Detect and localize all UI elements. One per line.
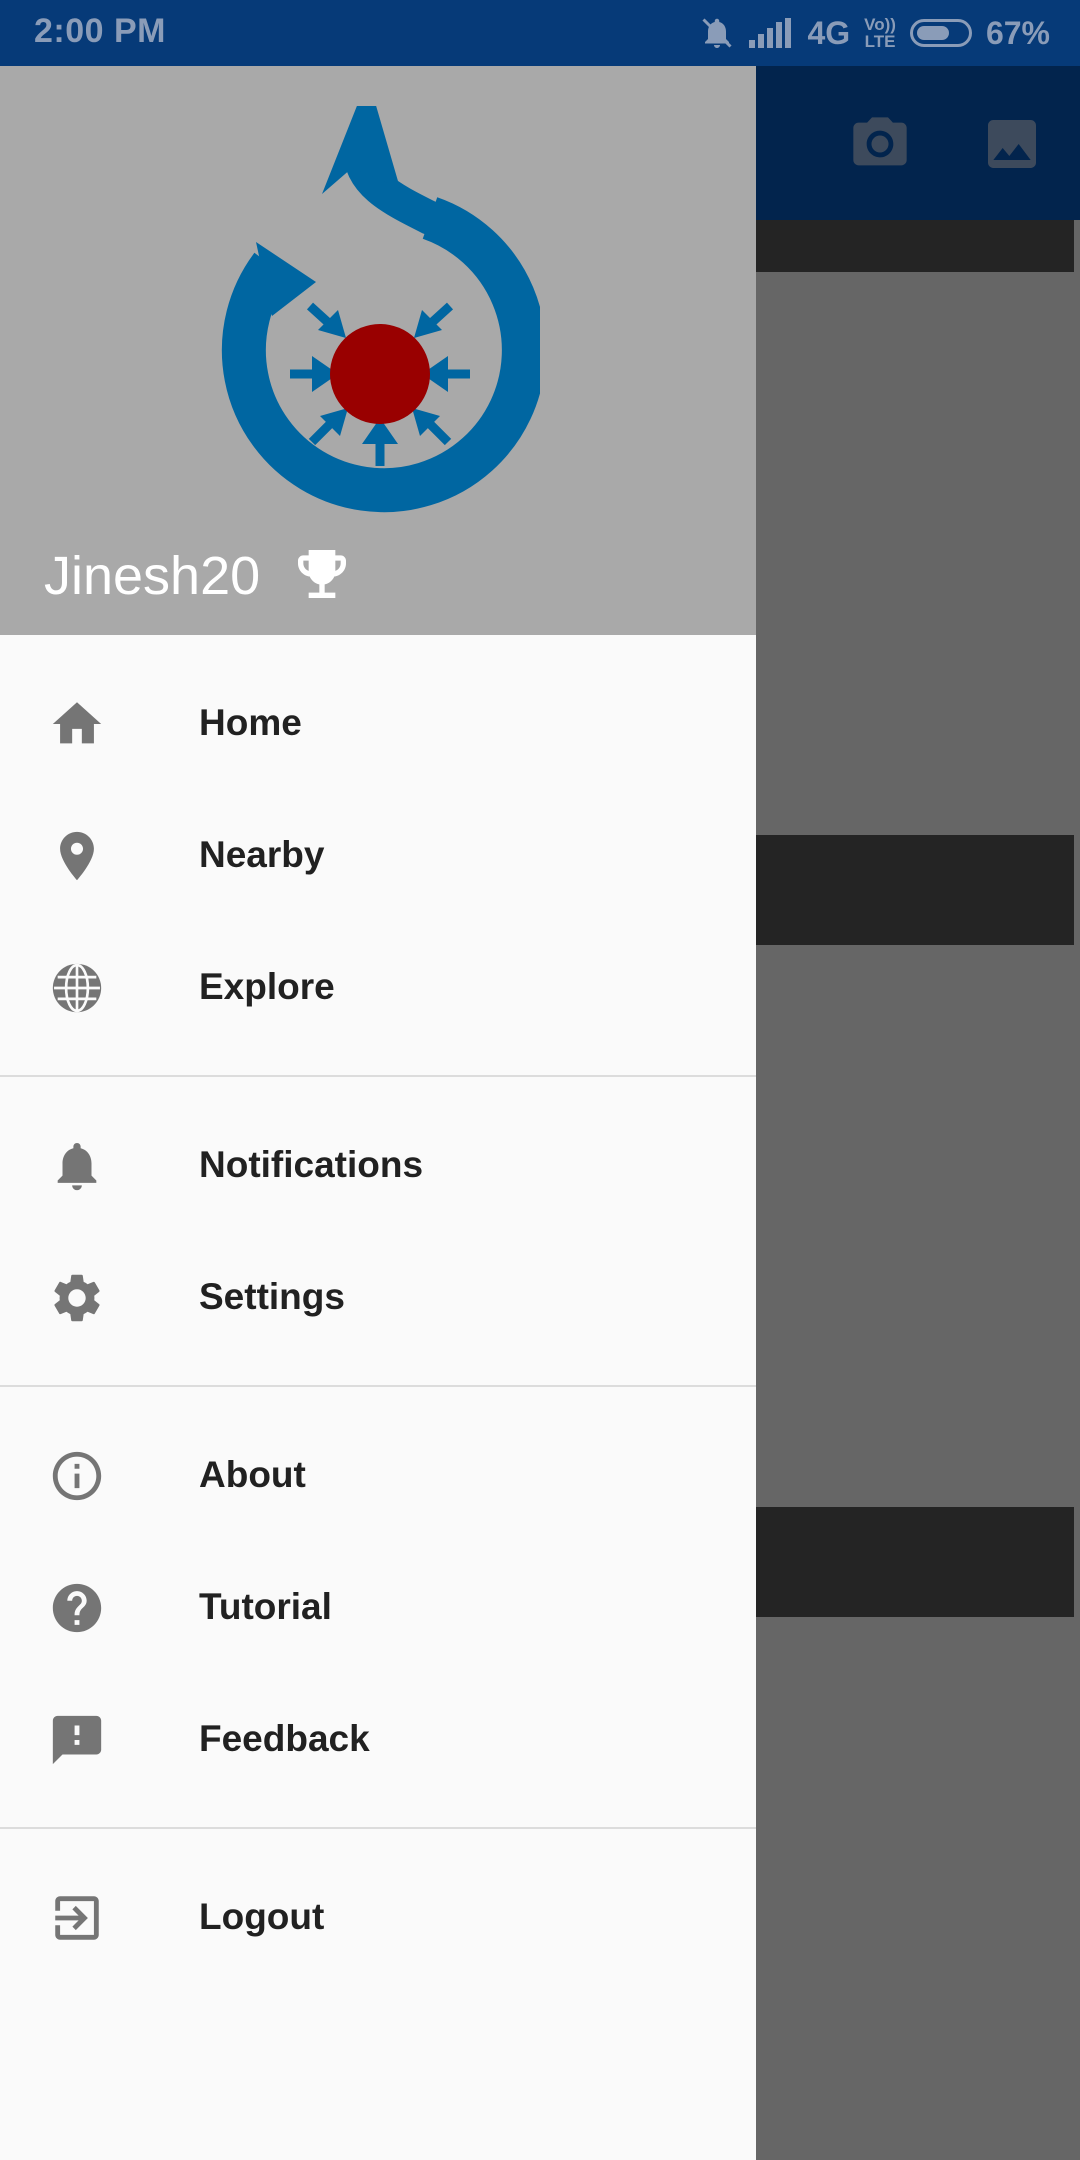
status-icons: 4G Vo)) LTE 67% [699, 10, 1050, 56]
menu-item-home[interactable]: Home [0, 657, 756, 789]
location-pin-icon [60, 831, 94, 881]
battery-icon [909, 19, 972, 47]
drawer-header: Jinesh20 [0, 66, 756, 635]
commons-logo [221, 106, 540, 513]
globe-icon [52, 963, 102, 1013]
bell-icon [57, 1143, 97, 1191]
status-time: 2:00 PM [34, 12, 166, 50]
trophy-icon[interactable] [284, 542, 360, 606]
network-type: 4G [807, 14, 851, 51]
menu-item-settings[interactable]: Settings [0, 1231, 756, 1363]
menu-item-label: Feedback [199, 1718, 370, 1759]
signal-icon [749, 18, 792, 48]
menu-divider [0, 1075, 756, 1077]
menu-item-feedback[interactable]: Feedback [0, 1673, 756, 1805]
menu-item-label: About [199, 1454, 306, 1495]
battery-percent: 67% [985, 14, 1050, 51]
camera-icon[interactable] [848, 112, 912, 176]
menu-item-explore[interactable]: Explore [0, 921, 756, 1053]
volte-indicator: Vo)) LTE [864, 15, 896, 51]
menu-item-tutorial[interactable]: Tutorial [0, 1541, 756, 1673]
username: Jinesh20 [44, 546, 261, 606]
battery-level [916, 26, 950, 40]
home-icon [52, 702, 102, 744]
menu-item-label: Nearby [199, 834, 325, 875]
menu-item-nearby[interactable]: Nearby [0, 789, 756, 921]
menu-item-about[interactable]: About [0, 1409, 756, 1541]
gallery-icon[interactable] [980, 112, 1044, 176]
logout-icon [55, 1896, 99, 1940]
info-icon [52, 1451, 102, 1501]
drawer-menu: Home Nearby Explore Notifications Settings Ab… [0, 635, 756, 1983]
menu-divider [0, 1827, 756, 1829]
menu-item-label: Home [199, 702, 302, 743]
menu-item-logout[interactable]: Logout [0, 1851, 756, 1983]
menu-item-label: Tutorial [199, 1586, 332, 1627]
mute-icon [702, 18, 733, 48]
navigation-drawer: Jinesh20 Home Nearby Explore Notifications S… [0, 66, 756, 2160]
menu-item-label: Settings [199, 1276, 345, 1317]
menu-item-notifications[interactable]: Notifications [0, 1099, 756, 1231]
status-bar: 2:00 PM 4G Vo)) LTE 67% [0, 0, 1080, 66]
feedback-icon [52, 1715, 102, 1765]
menu-divider [0, 1385, 756, 1387]
gear-icon [54, 1274, 100, 1322]
menu-item-label: Logout [199, 1896, 325, 1937]
help-icon [52, 1583, 102, 1633]
menu-item-label: Notifications [199, 1144, 424, 1185]
menu-item-label: Explore [199, 966, 335, 1007]
